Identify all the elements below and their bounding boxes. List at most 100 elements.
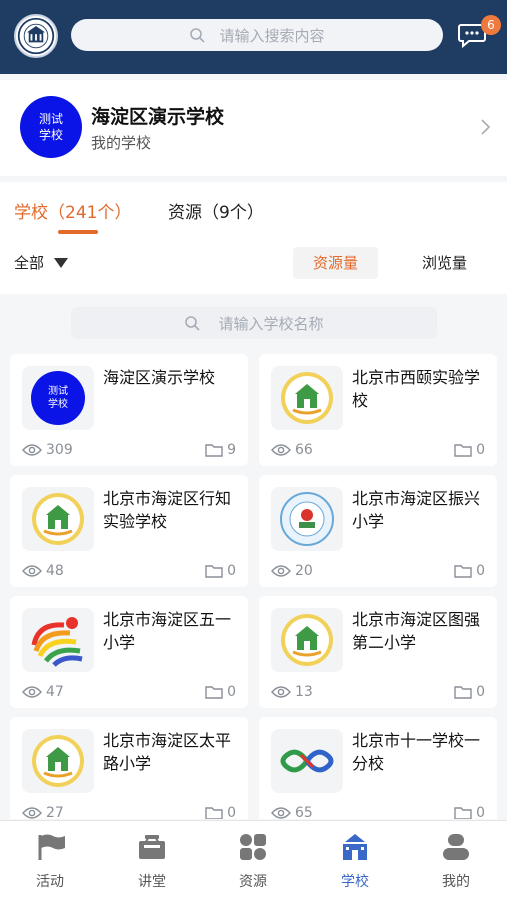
- nav-label-schools: 学校: [341, 874, 369, 890]
- nav-item-lecture[interactable]: 讲堂: [122, 833, 182, 891]
- school-logo-icon: [32, 493, 84, 545]
- nav-item-schools[interactable]: 学校: [325, 833, 385, 891]
- folder-icon: [454, 686, 472, 699]
- school-card-name: 北京市海淀区图强第二小学: [352, 610, 481, 652]
- school-grid: 测试 学校 海淀区演示学校 309 9 北京市西颐实验学校 66 0 北京市海淀区行知实验学校 4…: [10, 354, 497, 819]
- folder-icon: [454, 807, 472, 819]
- view-count: 309: [22, 442, 73, 458]
- school-logo: [22, 487, 94, 551]
- folder-icon: [205, 565, 223, 578]
- eye-icon: [22, 444, 42, 456]
- resource-count-value: 0: [227, 805, 236, 819]
- search-placeholder: 请输入搜索内容: [219, 26, 325, 45]
- my-school-card[interactable]: 测试 学校 海淀区演示学校 我的学校: [0, 80, 507, 176]
- resource-count-value: 0: [227, 684, 236, 700]
- resource-count: 9: [205, 442, 236, 458]
- eye-icon: [22, 565, 42, 577]
- school-emblem-icon[interactable]: [14, 14, 58, 58]
- school-card-name: 北京市海淀区行知实验学校: [103, 489, 232, 531]
- folder-icon: [205, 807, 223, 819]
- view-count-value: 13: [295, 684, 313, 700]
- search-icon: [185, 316, 201, 331]
- resource-count: 0: [454, 684, 485, 700]
- school-card[interactable]: 北京市十一学校一分校 65 0: [259, 717, 497, 819]
- view-count: 13: [271, 684, 313, 700]
- school-search-input[interactable]: 请输入学校名称: [71, 307, 437, 339]
- school-card-name: 北京市十一学校一分校: [352, 731, 481, 773]
- resource-count-value: 0: [476, 684, 485, 700]
- eye-icon: [271, 807, 291, 819]
- resource-count: 0: [454, 442, 485, 458]
- school-logo-icon: [281, 614, 333, 666]
- sort-by-views-button[interactable]: 浏览量: [402, 247, 487, 279]
- view-count: 47: [22, 684, 64, 700]
- nav-item-resources[interactable]: 资源: [223, 833, 283, 891]
- top-bar: 请输入搜索内容 6: [0, 0, 507, 74]
- resource-count-value: 0: [227, 563, 236, 579]
- nav-item-activity[interactable]: 活动: [20, 833, 80, 891]
- school-logo-icon: [32, 735, 84, 787]
- school-building-icon: [343, 834, 367, 860]
- view-count-value: 27: [46, 805, 64, 819]
- school-card[interactable]: 北京市海淀区行知实验学校 48 0: [10, 475, 248, 587]
- resource-count: 0: [205, 805, 236, 819]
- view-count: 48: [22, 563, 64, 579]
- global-search-input[interactable]: 请输入搜索内容: [71, 19, 443, 51]
- view-count-value: 65: [295, 805, 313, 819]
- resource-count-value: 0: [476, 442, 485, 458]
- filter-bar: 全部 资源量 浏览量: [0, 234, 507, 294]
- school-logo: [22, 729, 94, 793]
- view-count-value: 309: [46, 442, 73, 458]
- school-card[interactable]: 北京市海淀区五一小学 47 0: [10, 596, 248, 708]
- school-logo: [271, 608, 343, 672]
- scope-dropdown[interactable]: 全部: [14, 252, 69, 273]
- nav-label-activity: 活动: [36, 874, 64, 890]
- view-count-value: 48: [46, 563, 64, 579]
- resource-count-value: 9: [227, 442, 236, 458]
- tab-resources[interactable]: 资源（9个）: [168, 198, 264, 223]
- content-tabs: 学校（241个） 资源（9个）: [0, 182, 507, 234]
- resource-count: 0: [205, 684, 236, 700]
- scope-label: 全部: [14, 254, 45, 272]
- my-school-avatar: 测试 学校: [20, 96, 82, 158]
- eye-icon: [271, 444, 291, 456]
- view-count-value: 66: [295, 442, 313, 458]
- eye-icon: [271, 686, 291, 698]
- view-count: 65: [271, 805, 313, 819]
- avatar-text: 测试 学校: [38, 112, 63, 142]
- resource-count: 0: [454, 563, 485, 579]
- folder-icon: [454, 565, 472, 578]
- school-logo-icon: [280, 749, 334, 773]
- my-school-subtitle: 我的学校: [91, 134, 152, 152]
- caret-down-icon: [54, 257, 69, 268]
- school-card-name: 海淀区演示学校: [103, 368, 216, 387]
- eye-icon: [22, 686, 42, 698]
- school-logo: [22, 608, 94, 672]
- school-card[interactable]: 北京市西颐实验学校 66 0: [259, 354, 497, 466]
- school-card[interactable]: 北京市海淀区太平路小学 27 0: [10, 717, 248, 819]
- view-count-value: 20: [295, 563, 313, 579]
- flag-icon: [38, 834, 65, 860]
- school-card[interactable]: 测试 学校 海淀区演示学校 309 9: [10, 354, 248, 466]
- message-count-badge: 6: [481, 15, 501, 35]
- resource-count-value: 0: [476, 805, 485, 819]
- nav-label-resources: 资源: [239, 874, 267, 890]
- search-icon: [190, 28, 206, 43]
- tab-schools[interactable]: 学校（241个）: [14, 198, 131, 223]
- nav-item-me[interactable]: 我的: [426, 833, 486, 891]
- school-card[interactable]: 北京市海淀区图强第二小学 13 0: [259, 596, 497, 708]
- resource-count-value: 0: [476, 563, 485, 579]
- school-logo-avatar: 测试 学校: [31, 371, 85, 425]
- view-count: 20: [271, 563, 313, 579]
- school-search-placeholder: 请输入学校名称: [218, 314, 324, 333]
- sort-by-resources-button[interactable]: 资源量: [293, 247, 379, 279]
- school-card[interactable]: 北京市海淀区振兴小学 20 0: [259, 475, 497, 587]
- nav-label-lecture: 讲堂: [138, 874, 166, 890]
- school-logo-icon: [281, 372, 333, 424]
- chevron-right-icon: [481, 119, 491, 135]
- my-school-name: 海淀区演示学校: [91, 106, 225, 128]
- school-logo-icon: [31, 617, 83, 667]
- school-logo: [271, 729, 343, 793]
- folder-icon: [454, 444, 472, 457]
- eye-icon: [271, 565, 291, 577]
